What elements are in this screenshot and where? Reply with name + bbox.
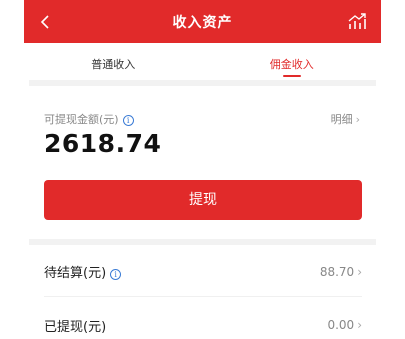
app-header: 收入资产 (24, 0, 381, 43)
tab-regular-income[interactable]: 普通收入 (24, 43, 203, 79)
section-divider (29, 80, 376, 86)
withdrawable-label-text: 可提现金额(元) (44, 113, 119, 126)
info-icon[interactable]: i (122, 115, 134, 126)
detail-link-label: 明细 (330, 113, 353, 126)
withdrawn-value: 0.00 (327, 318, 355, 332)
page-title: 收入资产 (172, 15, 233, 31)
tab-commission-income[interactable]: 佣金收入 (203, 43, 382, 79)
pending-settlement-value-group: 88.70 › (320, 265, 362, 279)
withdrawable-amount: 2618.74 (44, 129, 162, 158)
chevron-right-icon: › (357, 264, 362, 279)
withdraw-button[interactable]: 提现 (44, 180, 362, 220)
chevron-right-icon: › (355, 113, 360, 126)
trend-chart-icon[interactable] (347, 11, 367, 31)
withdrawn-row[interactable]: 已提现(元) 0.00 › (44, 300, 362, 339)
pending-settlement-text: 待结算(元) (44, 266, 107, 281)
withdrawn-label: 已提现(元) (44, 319, 107, 335)
chevron-right-icon: › (357, 318, 362, 332)
info-icon[interactable]: i (110, 269, 122, 280)
detail-link[interactable]: 明细 › (331, 111, 360, 127)
pending-settlement-label: 待结算(元) i (44, 262, 122, 281)
income-tabs: 普通收入 佣金收入 (24, 43, 381, 79)
pending-settlement-value: 88.70 (319, 264, 355, 279)
withdrawable-amount-label: 可提现金额(元) i (44, 111, 134, 127)
pending-settlement-row[interactable]: 待结算(元) i 88.70 › (44, 247, 362, 297)
withdrawn-value-group: 0.00 › (327, 318, 362, 332)
section-divider (29, 239, 376, 245)
